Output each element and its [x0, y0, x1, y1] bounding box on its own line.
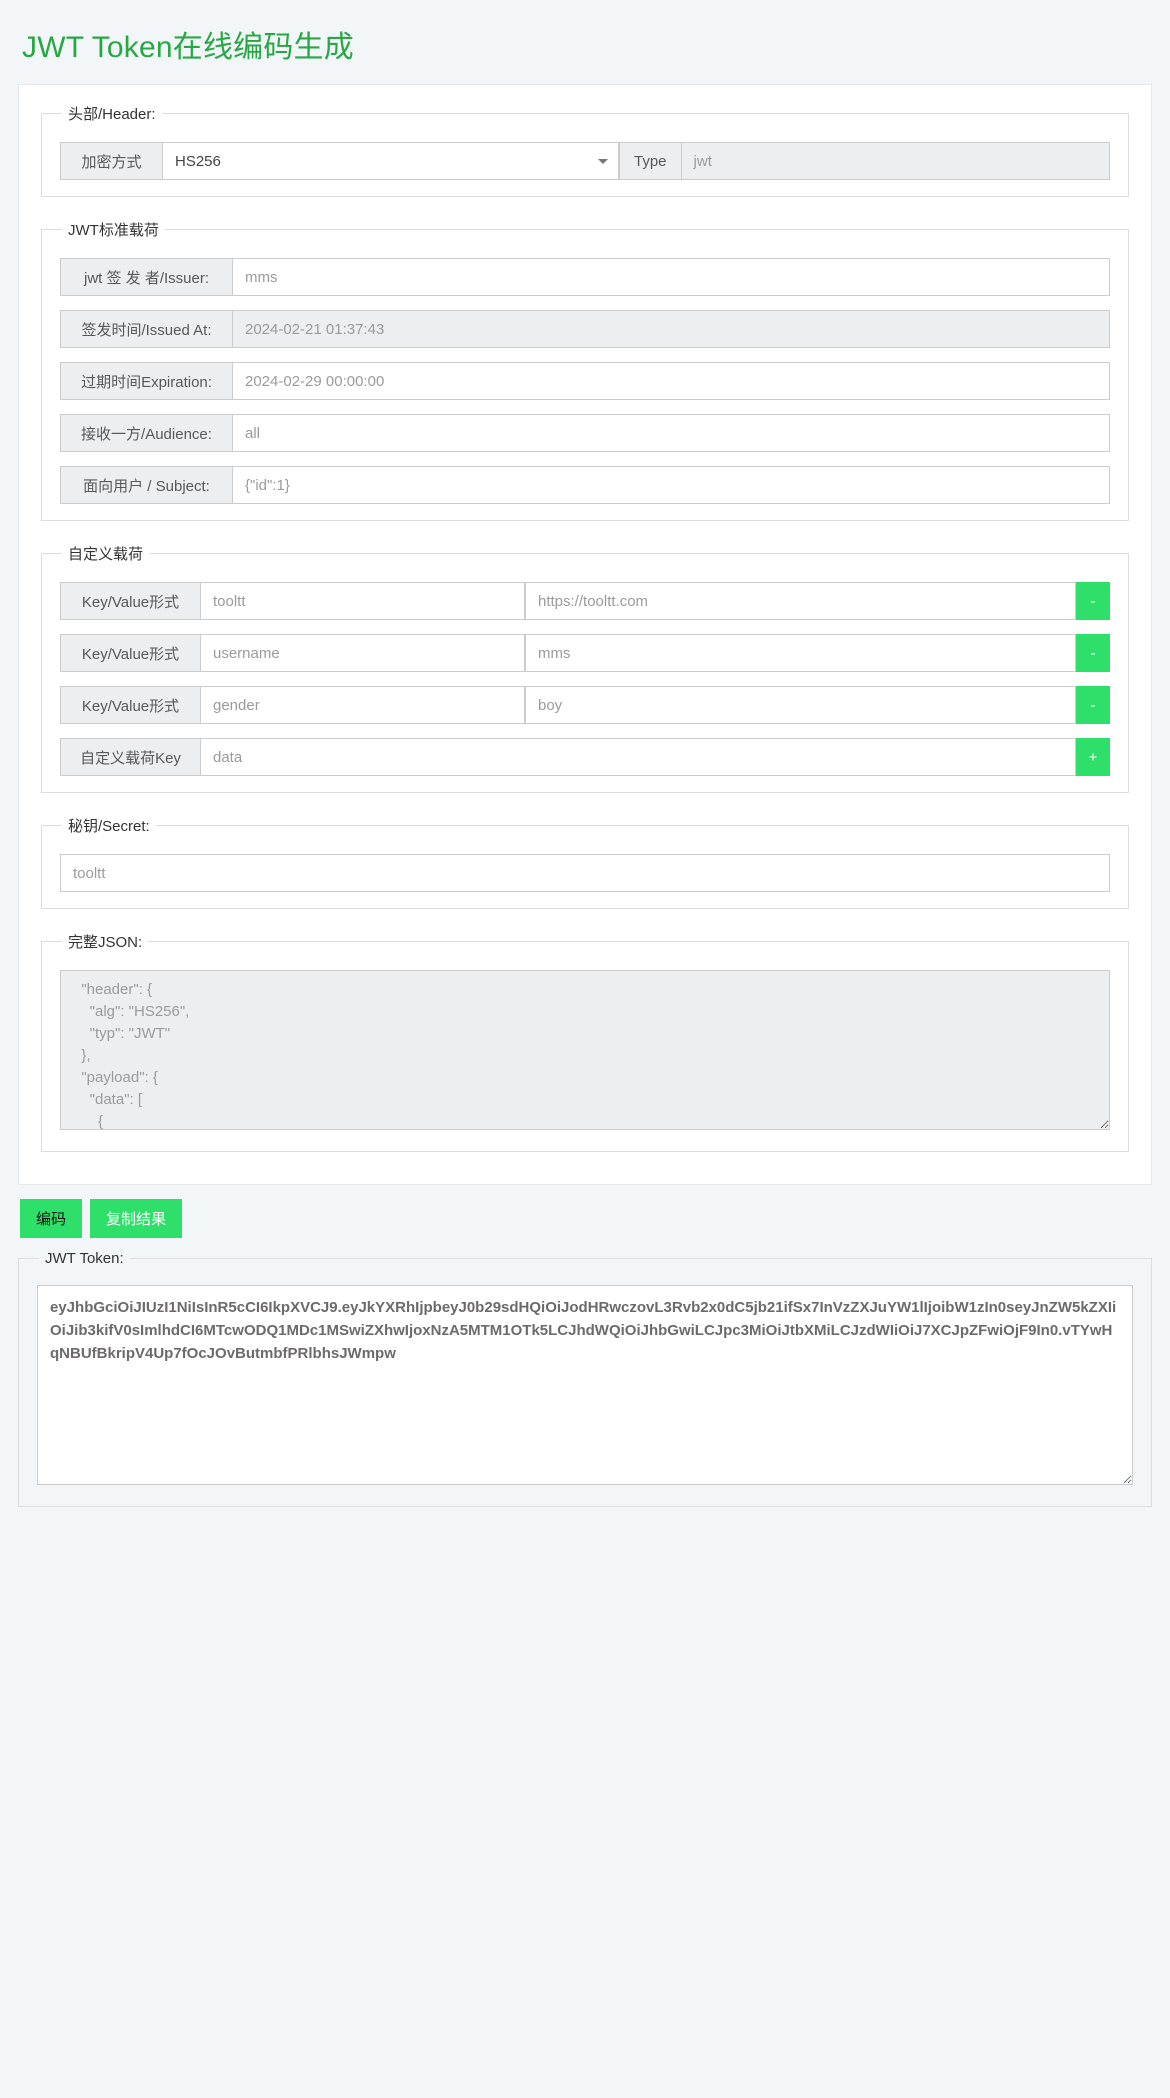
custom-payload-legend: 自定义载荷 [68, 546, 144, 563]
alg-select[interactable]: HS256 [162, 142, 619, 180]
secret-fieldset: 秘钥/Secret: tooltt [41, 815, 1129, 909]
custom-new-key-input[interactable]: data [200, 738, 1076, 776]
issued-at-input[interactable]: 2024-02-21 01:37:43 [232, 310, 1110, 348]
custom-row: Key/Value形式 tooltt https://tooltt.com - [60, 582, 1110, 620]
type-input[interactable]: jwt [680, 142, 1110, 180]
action-area: 编码 复制结果 JWT Token: eyJhbGciOiJIUzI1NiIsI… [18, 1199, 1152, 1507]
custom-key-input[interactable]: tooltt [200, 582, 525, 620]
jwt-token-textarea[interactable]: eyJhbGciOiJIUzI1NiIsInR5cCI6IkpXVCJ9.eyJ… [37, 1285, 1133, 1485]
custom-value-input[interactable]: boy [525, 686, 1076, 724]
add-row-button[interactable]: + [1076, 738, 1110, 776]
kv-label: Key/Value形式 [60, 634, 200, 672]
remove-row-button[interactable]: - [1076, 582, 1110, 620]
full-json-textarea[interactable]: "header": { "alg": "HS256", "typ": "JWT"… [60, 970, 1110, 1130]
custom-key-input[interactable]: gender [200, 686, 525, 724]
header-legend: 头部/Header: [68, 106, 156, 123]
full-json-legend: 完整JSON: [68, 934, 143, 951]
secret-input[interactable]: tooltt [60, 854, 1110, 892]
type-label: Type [619, 142, 681, 180]
kv-label: Key/Value形式 [60, 686, 200, 724]
alg-label: 加密方式 [60, 142, 162, 180]
page-title: JWT Token在线编码生成 [22, 31, 354, 64]
expiration-row: 过期时间Expiration: 2024-02-29 00:00:00 [60, 362, 1110, 400]
header-row: 加密方式 HS256 Type jwt [60, 142, 1110, 180]
audience-label: 接收一方/Audience: [60, 414, 232, 452]
header-fieldset: 头部/Header: 加密方式 HS256 Type jwt [41, 103, 1129, 197]
issuer-row: jwt 签 发 者/Issuer: mms [60, 258, 1110, 296]
custom-key-label: 自定义载荷Key [60, 738, 200, 776]
token-legend: JWT Token: [45, 1250, 124, 1267]
subject-row: 面向用户 / Subject: {"id":1} [60, 466, 1110, 504]
custom-key-input[interactable]: username [200, 634, 525, 672]
audience-row: 接收一方/Audience: all [60, 414, 1110, 452]
main-card: 头部/Header: 加密方式 HS256 Type jwt JWT标准载荷 j… [18, 84, 1152, 1185]
custom-value-input[interactable]: mms [525, 634, 1076, 672]
remove-row-button[interactable]: - [1076, 634, 1110, 672]
secret-legend: 秘钥/Secret: [68, 818, 150, 835]
expiration-input[interactable]: 2024-02-29 00:00:00 [232, 362, 1110, 400]
full-json-fieldset: 完整JSON: "header": { "alg": "HS256", "typ… [41, 931, 1129, 1152]
standard-payload-legend: JWT标准载荷 [68, 222, 159, 239]
encode-button[interactable]: 编码 [20, 1199, 83, 1238]
remove-row-button[interactable]: - [1076, 686, 1110, 724]
copy-result-button[interactable]: 复制结果 [90, 1199, 183, 1238]
audience-input[interactable]: all [232, 414, 1110, 452]
custom-add-row: 自定义载荷Key data + [60, 738, 1110, 776]
custom-row: Key/Value形式 username mms - [60, 634, 1110, 672]
custom-payload-fieldset: 自定义载荷 Key/Value形式 tooltt https://tooltt.… [41, 543, 1129, 793]
issuer-input[interactable]: mms [232, 258, 1110, 296]
token-fieldset: JWT Token: eyJhbGciOiJIUzI1NiIsInR5cCI6I… [18, 1250, 1152, 1507]
custom-value-input[interactable]: https://tooltt.com [525, 582, 1076, 620]
issued-at-label: 签发时间/Issued At: [60, 310, 232, 348]
kv-label: Key/Value形式 [60, 582, 200, 620]
issuer-label: jwt 签 发 者/Issuer: [60, 258, 232, 296]
button-row: 编码 复制结果 [18, 1199, 1152, 1238]
page-root: JWT Token在线编码生成 头部/Header: 加密方式 HS256 Ty… [0, 0, 1170, 1507]
alg-select-value: HS256 [175, 152, 221, 170]
subject-label: 面向用户 / Subject: [60, 466, 232, 504]
chevron-down-icon [598, 159, 608, 164]
subject-input[interactable]: {"id":1} [232, 466, 1110, 504]
standard-payload-fieldset: JWT标准载荷 jwt 签 发 者/Issuer: mms 签发时间/Issue… [41, 219, 1129, 521]
custom-row: Key/Value形式 gender boy - [60, 686, 1110, 724]
expiration-label: 过期时间Expiration: [60, 362, 232, 400]
issued-at-row: 签发时间/Issued At: 2024-02-21 01:37:43 [60, 310, 1110, 348]
